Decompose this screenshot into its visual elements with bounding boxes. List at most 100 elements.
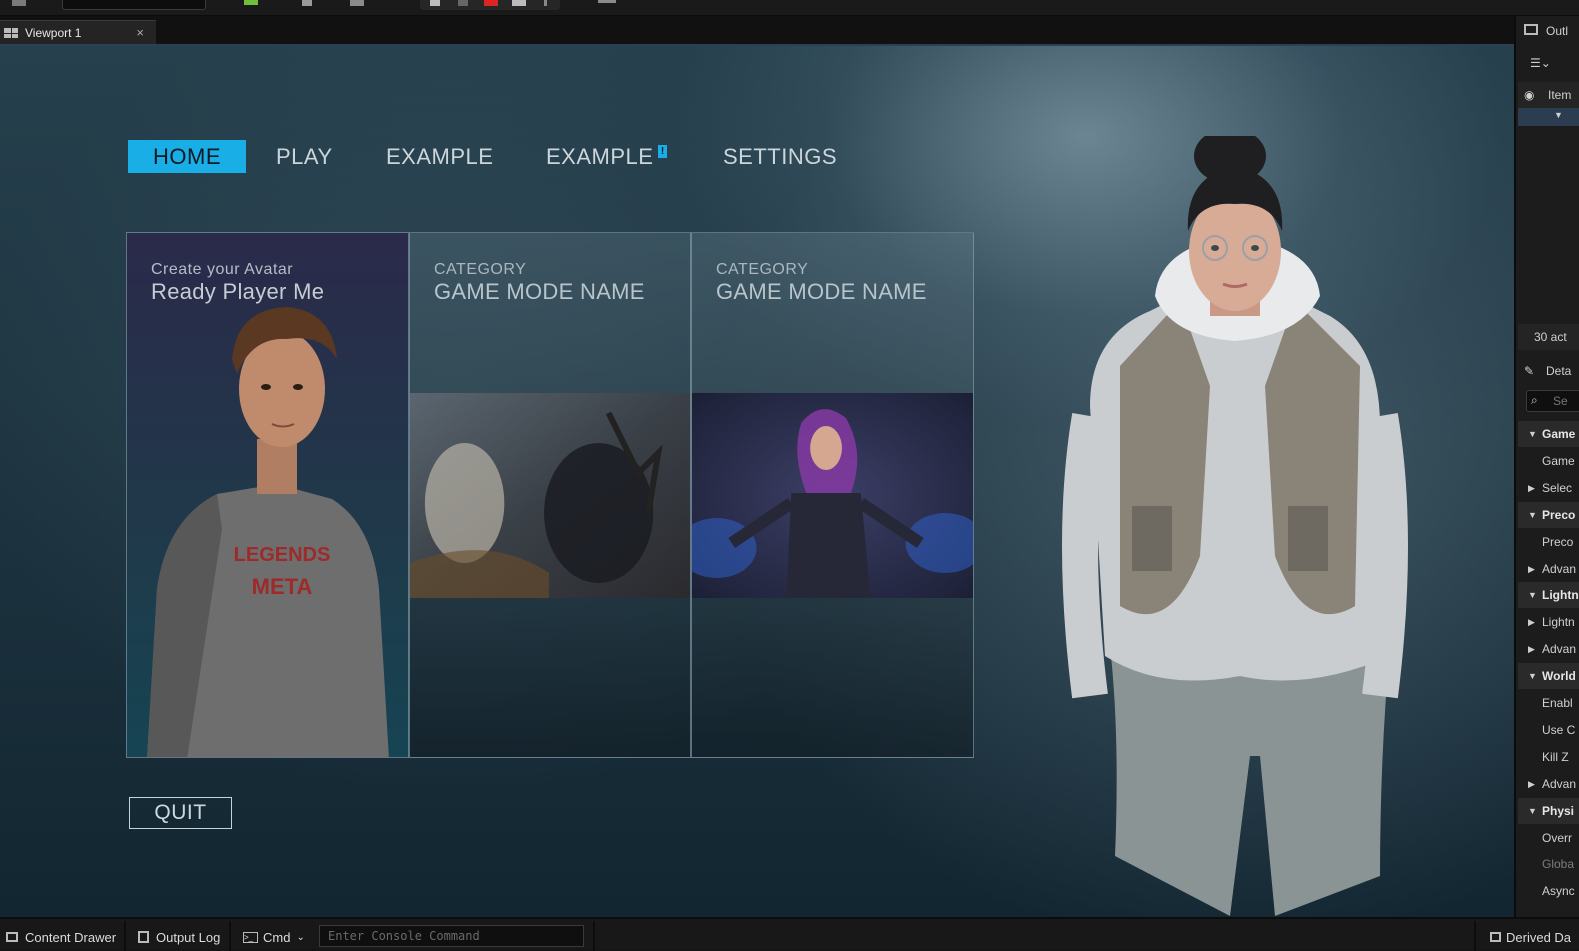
- details-category[interactable]: ▼ World: [1518, 663, 1579, 690]
- output-log-label: Output Log: [156, 929, 221, 945]
- details-property-row[interactable]: ▶ Advan: [1518, 771, 1579, 797]
- stop-icon[interactable]: [484, 0, 498, 6]
- toolbar-search-box[interactable]: [62, 0, 206, 10]
- details-title[interactable]: Deta: [1546, 364, 1571, 378]
- derived-data-button[interactable]: Derived Da: [1490, 923, 1571, 951]
- quit-button[interactable]: QUIT: [129, 797, 232, 829]
- avatar-card[interactable]: Create your Avatar Ready Player Me LEGEN…: [126, 232, 409, 758]
- tab-bar: Viewport 1 ×: [0, 16, 1514, 45]
- details-row-label: Physi: [1542, 803, 1575, 818]
- output-log-button[interactable]: Output Log: [138, 923, 220, 951]
- details-row-label: Advan: [1542, 776, 1577, 791]
- details-property-row[interactable]: Game: [1518, 448, 1579, 474]
- divider: [1474, 921, 1476, 951]
- expand-arrow-icon[interactable]: ▼: [1528, 671, 1537, 681]
- filter-icon[interactable]: ☰⌄: [1530, 56, 1551, 70]
- game-mode-card-1[interactable]: CATEGORY GAME MODE NAME: [409, 232, 691, 758]
- menu-example-2[interactable]: EXAMPLE: [546, 140, 653, 173]
- actor-count-bar: 30 act: [1518, 324, 1579, 350]
- details-row-label: Advan: [1542, 561, 1577, 576]
- more-options-icon[interactable]: [544, 0, 547, 6]
- details-category[interactable]: ▼ Lightn: [1518, 582, 1579, 609]
- chevron-down-icon: ⌄: [296, 931, 305, 943]
- details-row-label: Enabl: [1542, 696, 1573, 710]
- console-command-input[interactable]: Enter Console Command: [319, 925, 584, 947]
- sorceress-image: [692, 393, 973, 598]
- outliner-selected-row[interactable]: ▼: [1518, 108, 1579, 126]
- details-property-row[interactable]: Async: [1518, 878, 1579, 904]
- details-property-row[interactable]: Overr: [1518, 825, 1579, 851]
- details-property-row[interactable]: ▶ Advan: [1518, 636, 1579, 662]
- details-property-row[interactable]: ▶ Lightn: [1518, 609, 1579, 635]
- details-property-row[interactable]: ▶ Selec: [1518, 475, 1579, 501]
- column-label[interactable]: Item: [1548, 88, 1571, 102]
- eject-icon[interactable]: [512, 0, 526, 6]
- details-row-label: Selec: [1542, 480, 1573, 495]
- expand-arrow-icon[interactable]: ▼: [1528, 429, 1537, 439]
- viewport-grid-icon: [4, 28, 18, 38]
- main-toolbar: [0, 0, 1579, 16]
- close-icon[interactable]: ×: [136, 25, 144, 40]
- platforms-icon[interactable]: [598, 0, 616, 3]
- details-property-row[interactable]: Kill Z: [1518, 744, 1579, 770]
- card-title: GAME MODE NAME: [716, 279, 927, 304]
- status-bar: Content Drawer Output Log >_ Cmd ⌄ Enter…: [0, 917, 1579, 951]
- details-row-label: Overr: [1542, 830, 1572, 845]
- menu-play[interactable]: PLAY: [276, 140, 333, 173]
- details-property-row[interactable]: Enabl: [1518, 690, 1579, 716]
- terminal-icon: >_: [243, 931, 258, 943]
- content-drawer-icon: [6, 932, 18, 942]
- details-search[interactable]: ⌕ Se: [1526, 390, 1579, 412]
- notification-badge: !: [658, 145, 667, 158]
- collapsed-arrow-icon[interactable]: ▶: [1528, 779, 1535, 790]
- outliner-title[interactable]: Outl: [1546, 24, 1568, 38]
- blueprint-icon[interactable]: [302, 0, 312, 6]
- details-property-row[interactable]: ▶ Advan: [1518, 556, 1579, 582]
- cinematics-icon[interactable]: [350, 0, 364, 6]
- collapse-arrow-icon[interactable]: ▼: [1554, 110, 1563, 120]
- tab-viewport-1[interactable]: Viewport 1 ×: [0, 20, 156, 45]
- card-title: GAME MODE NAME: [434, 279, 645, 304]
- details-property-row[interactable]: Globa: [1518, 851, 1579, 877]
- details-row-label: World: [1542, 669, 1576, 684]
- details-property-row[interactable]: Preco: [1518, 529, 1579, 555]
- game-mode-card-2[interactable]: CATEGORY GAME MODE NAME: [691, 232, 974, 758]
- play-controls: [420, 0, 560, 10]
- content-drawer-button[interactable]: Content Drawer: [6, 923, 116, 951]
- details-row-label: Use C: [1542, 722, 1576, 737]
- details-category[interactable]: ▼ Preco: [1518, 501, 1579, 528]
- divider: [229, 921, 231, 951]
- collapsed-arrow-icon[interactable]: ▶: [1528, 483, 1535, 494]
- collapsed-arrow-icon[interactable]: ▶: [1528, 564, 1535, 575]
- details-category[interactable]: ▼ Physi: [1518, 797, 1579, 824]
- details-row-label: Lightn: [1542, 588, 1579, 603]
- collapsed-arrow-icon[interactable]: ▶: [1528, 617, 1535, 628]
- expand-arrow-icon[interactable]: ▼: [1528, 806, 1537, 816]
- details-row-label: Preco: [1542, 507, 1576, 522]
- add-icon[interactable]: [244, 0, 258, 5]
- expand-arrow-icon[interactable]: ▼: [1528, 590, 1537, 600]
- eye-icon[interactable]: ◉: [1524, 88, 1534, 102]
- details-category[interactable]: ▼ Game: [1518, 421, 1579, 447]
- save-icon[interactable]: [12, 0, 26, 6]
- details-row-label: Advan: [1542, 642, 1577, 657]
- card-category: CATEGORY: [716, 261, 809, 278]
- details-row-label: Lightn: [1542, 615, 1575, 630]
- step-icon[interactable]: [458, 0, 468, 6]
- output-log-icon: [138, 931, 149, 943]
- details-property-row[interactable]: Use C: [1518, 717, 1579, 743]
- menu-settings[interactable]: SETTINGS: [723, 140, 837, 173]
- game-viewport[interactable]: HOME PLAY EXAMPLE EXAMPLE ! SETTINGS Cre…: [0, 46, 1514, 917]
- details-row-label: Preco: [1542, 534, 1574, 549]
- expand-arrow-icon[interactable]: ▼: [1528, 510, 1537, 520]
- pause-icon[interactable]: [430, 0, 440, 6]
- details-row-label: Globa: [1542, 857, 1575, 872]
- right-side-panel: Outl ☰⌄ ◉ Item ▼ 30 act ✎ Deta ⌕ Se ▼ Gam…: [1514, 16, 1579, 917]
- menu-example[interactable]: EXAMPLE: [386, 140, 493, 173]
- details-row-label: Kill Z: [1542, 749, 1569, 764]
- male-avatar-image: LEGENDS META: [147, 307, 389, 757]
- svg-text:META: META: [252, 574, 313, 599]
- collapsed-arrow-icon[interactable]: ▶: [1528, 644, 1535, 655]
- cmd-dropdown[interactable]: >_ Cmd ⌄: [243, 923, 305, 951]
- menu-home[interactable]: HOME: [128, 140, 246, 173]
